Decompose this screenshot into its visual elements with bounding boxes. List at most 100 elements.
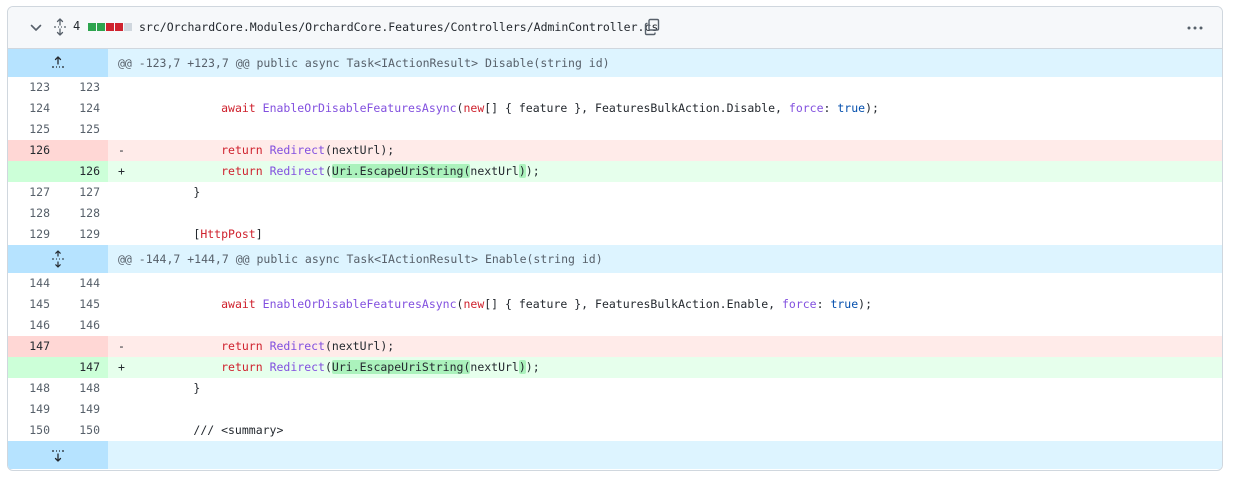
code-text: ); bbox=[858, 297, 873, 311]
code-param: force bbox=[788, 101, 824, 115]
code-text: (nextUrl); bbox=[324, 339, 395, 353]
new-line-number[interactable]: 147 bbox=[58, 357, 108, 378]
code-line: + return Redirect(Uri.EscapeUriString(ne… bbox=[108, 161, 1222, 182]
hunk-footer bbox=[8, 441, 1222, 469]
old-line-number[interactable]: 128 bbox=[8, 203, 58, 224]
diffstat-del-block bbox=[106, 23, 114, 31]
file-path[interactable]: src/OrchardCore.Modules/OrchardCore.Feat… bbox=[139, 20, 658, 34]
code-highlight: Uri.EscapeUriString( bbox=[331, 164, 471, 178]
old-line-number[interactable]: 145 bbox=[8, 294, 58, 315]
diffstat-count: 4 bbox=[73, 19, 81, 33]
new-line-number[interactable]: 146 bbox=[58, 315, 108, 336]
chevron-down-icon[interactable] bbox=[28, 20, 44, 36]
expand-up-button[interactable] bbox=[8, 49, 108, 77]
unfold-icon[interactable] bbox=[52, 18, 68, 36]
expand-up-icon bbox=[52, 56, 64, 68]
code-text: ); bbox=[525, 360, 540, 374]
new-line-number[interactable] bbox=[58, 336, 108, 357]
code-line: } bbox=[108, 182, 1222, 203]
old-line-number[interactable]: 124 bbox=[8, 98, 58, 119]
diff-marker: + bbox=[118, 360, 125, 374]
diffstat-bars bbox=[88, 23, 132, 31]
new-line-number[interactable]: 144 bbox=[58, 273, 108, 294]
copy-icon[interactable] bbox=[644, 18, 660, 36]
code-line: + return Redirect(Uri.EscapeUriString(ne… bbox=[108, 357, 1222, 378]
kebab-horizontal-icon[interactable] bbox=[1186, 20, 1204, 36]
code-text: nextUrl bbox=[470, 360, 519, 374]
diff-marker: + bbox=[118, 164, 125, 178]
hunk-header: @@ -144,7 +144,7 @@ public async Task<IA… bbox=[8, 245, 1222, 273]
diff-marker: - bbox=[118, 339, 125, 353]
old-line-number[interactable]: 129 bbox=[8, 224, 58, 245]
old-line-number[interactable]: 146 bbox=[8, 315, 58, 336]
old-line-number[interactable]: 149 bbox=[8, 399, 58, 420]
new-line-number[interactable]: 125 bbox=[58, 119, 108, 140]
new-line-number[interactable]: 129 bbox=[58, 224, 108, 245]
diff-line: 145 145 await EnableOrDisableFeaturesAsy… bbox=[8, 294, 1222, 315]
old-line-number[interactable]: 123 bbox=[8, 77, 58, 98]
code-keyword: await bbox=[221, 297, 256, 311]
diff-line-deleted: 126 - return Redirect(nextUrl); bbox=[8, 140, 1222, 161]
old-line-number[interactable]: 126 bbox=[8, 140, 58, 161]
new-line-number[interactable]: 128 bbox=[58, 203, 108, 224]
code-function: Redirect bbox=[269, 143, 325, 157]
code-text: ); bbox=[865, 101, 879, 115]
diff-line: 127 127 } bbox=[8, 182, 1222, 203]
code-keyword: return bbox=[221, 339, 263, 353]
old-line-number[interactable]: 150 bbox=[8, 420, 58, 441]
code-keyword: await bbox=[221, 101, 256, 115]
code-literal: true bbox=[830, 297, 859, 311]
expand-down-button[interactable] bbox=[8, 441, 108, 469]
code-keyword: return bbox=[221, 360, 263, 374]
code-keyword: return bbox=[221, 143, 263, 157]
code-keyword: new bbox=[463, 101, 485, 115]
file-header: 4 src/OrchardCore.Modules/OrchardCore.Fe… bbox=[8, 7, 1222, 49]
diff-line: 144 144 bbox=[8, 273, 1222, 294]
code-function: Redirect bbox=[269, 339, 325, 353]
code-text: } bbox=[193, 381, 201, 395]
hunk-header-text: @@ -123,7 +123,7 @@ public async Task<IA… bbox=[118, 56, 610, 70]
new-line-number[interactable]: 123 bbox=[58, 77, 108, 98]
diff-file: 4 src/OrchardCore.Modules/OrchardCore.Fe… bbox=[7, 6, 1223, 471]
old-line-number[interactable]: 127 bbox=[8, 182, 58, 203]
old-line-number[interactable]: 148 bbox=[8, 378, 58, 399]
expand-both-button[interactable] bbox=[8, 245, 108, 273]
diff-line: 148 148 } bbox=[8, 378, 1222, 399]
code-text: ( bbox=[324, 360, 332, 374]
code-highlight: ) bbox=[518, 360, 526, 374]
code-param: force bbox=[781, 297, 817, 311]
old-line-number[interactable]: 147 bbox=[8, 336, 58, 357]
new-line-number[interactable]: 127 bbox=[58, 182, 108, 203]
code-function: Redirect bbox=[269, 360, 325, 374]
code-line: - return Redirect(nextUrl); bbox=[108, 336, 1222, 357]
new-line-number[interactable]: 126 bbox=[58, 161, 108, 182]
new-line-number[interactable]: 124 bbox=[58, 98, 108, 119]
code-text: [] { feature }, FeaturesBulkAction.Disab… bbox=[484, 101, 789, 115]
diff-line: 129 129 [HttpPost] bbox=[8, 224, 1222, 245]
code-function: Redirect bbox=[269, 164, 325, 178]
code-line: await EnableOrDisableFeaturesAsync(new[]… bbox=[108, 294, 1222, 315]
code-text: ); bbox=[525, 164, 540, 178]
new-line-number[interactable]: 148 bbox=[58, 378, 108, 399]
hunk-header: @@ -123,7 +123,7 @@ public async Task<IA… bbox=[8, 49, 1222, 77]
old-line-number[interactable]: 144 bbox=[8, 273, 58, 294]
new-line-number[interactable] bbox=[58, 140, 108, 161]
diffstat-del-block bbox=[115, 23, 123, 31]
old-line-number[interactable]: 125 bbox=[8, 119, 58, 140]
code-line: } bbox=[108, 378, 1222, 399]
old-line-number[interactable] bbox=[8, 357, 58, 378]
code-keyword: new bbox=[463, 297, 485, 311]
code-line: /// <summary> bbox=[108, 420, 1222, 441]
new-line-number[interactable]: 150 bbox=[58, 420, 108, 441]
old-line-number[interactable] bbox=[8, 161, 58, 182]
code-line: [HttpPost] bbox=[108, 224, 1222, 245]
new-line-number[interactable]: 149 bbox=[58, 399, 108, 420]
hunk-header-text: @@ -144,7 +144,7 @@ public async Task<IA… bbox=[118, 252, 603, 266]
new-line-number[interactable]: 145 bbox=[58, 294, 108, 315]
diff-marker: - bbox=[118, 143, 125, 157]
diff-line: 125 125 bbox=[8, 119, 1222, 140]
